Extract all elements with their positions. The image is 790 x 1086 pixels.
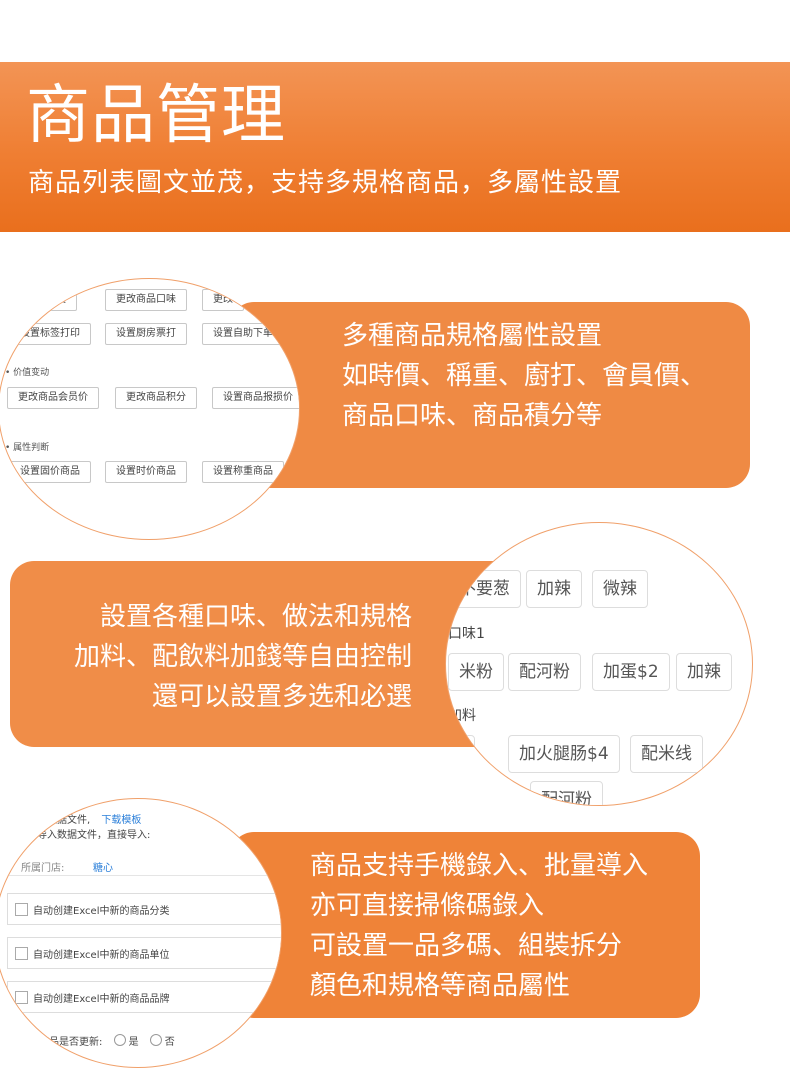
- tag-river-noodle-2[interactable]: 配河粉: [530, 781, 603, 805]
- tag-noodle[interactable]: 面: [446, 735, 475, 773]
- tag-add-egg[interactable]: 加蛋$2: [592, 653, 670, 691]
- screenshot-import-form: 选择导入数据文件, 下载模板 整理好导入数据文件，直接导入: 所属门店: 糖心 …: [0, 798, 282, 1068]
- tag-spicy[interactable]: 加辣: [526, 570, 582, 608]
- btn-change[interactable]: 更改: [202, 289, 244, 311]
- option-create-unit[interactable]: 自动创建Excel中新的商品单位: [7, 937, 281, 969]
- btn-market-price[interactable]: 设置时价商品: [105, 461, 187, 483]
- feature-text: 多種商品規格屬性設置 如時價、稱重、廚打、會員價、 商品口味、商品積分等: [342, 321, 707, 431]
- btn-self-order[interactable]: 设置自助下单: [202, 323, 284, 345]
- checkbox[interactable]: [15, 903, 28, 916]
- tag-river-noodle[interactable]: 配河粉: [508, 653, 581, 691]
- tag-no-onion[interactable]: 不要葱: [448, 570, 521, 608]
- feature-text: 設置各種口味、做法和規格 加料、配飲料加錢等自由控制 還可以設置多选和必選: [73, 602, 412, 712]
- store-value[interactable]: 糖心: [93, 859, 113, 874]
- option-create-brand[interactable]: 自动创建Excel中新的商品品牌: [7, 981, 281, 1013]
- btn-category[interactable]: 分类: [35, 289, 77, 311]
- btn-kitchen-print[interactable]: 设置厨房票打: [105, 323, 187, 345]
- import-hint-2: 整理好导入数据文件，直接导入:: [7, 830, 151, 841]
- btn-loss-price[interactable]: 设置商品报损价: [212, 387, 299, 409]
- option-create-category[interactable]: 自动创建Excel中新的商品分类: [7, 893, 281, 925]
- tag-mild[interactable]: 微辣: [592, 570, 648, 608]
- radio-no[interactable]: [149, 1034, 162, 1046]
- page-title: 商品管理: [26, 79, 286, 153]
- tag-ham[interactable]: 加火腿肠$4: [508, 735, 620, 773]
- tag-rice-noodle[interactable]: 米粉: [448, 653, 504, 691]
- btn-weight[interactable]: 设置称重商品: [202, 461, 284, 483]
- feature-panel-spec: 多種商品規格屬性設置 如時價、稱重、廚打、會員價、 商品口味、商品積分等: [230, 302, 750, 488]
- store-label: 所属门店:: [21, 863, 65, 874]
- section-price: • 价值变动: [5, 368, 50, 378]
- store-row: 所属门店: 糖心: [7, 845, 281, 876]
- update-row: 重复的商品是否更新: 是 否: [9, 1033, 175, 1048]
- tag-spicy-2[interactable]: 加辣: [676, 653, 732, 691]
- btn-label-print[interactable]: 设置标签打印: [9, 323, 91, 345]
- screenshot-flavor-tags: 不要葱 加辣 微辣 口味1 米粉 配河粉 加蛋$2 加辣 加料 面 加火腿肠$4…: [445, 522, 753, 806]
- btn-change-flavor[interactable]: 更改商品口味: [105, 289, 187, 311]
- tag-rice-vermicelli[interactable]: 配米线: [630, 735, 703, 773]
- download-template-link[interactable]: 下载模板: [101, 815, 141, 826]
- feature-text: 商品支持手機錄入、批量導入 亦可直接掃條碼錄入 可設置一品多碼、組裝拆分 顏色和…: [310, 851, 649, 1001]
- label-extras: 加料: [448, 708, 476, 724]
- import-hint: 选择导入数据文件, 下载模板: [7, 815, 142, 826]
- label-flavor: 口味1: [448, 626, 485, 642]
- checkbox[interactable]: [15, 991, 28, 1004]
- page-subtitle: 商品列表圖文並茂，支持多規格商品，多屬性設置: [28, 168, 623, 198]
- radio-yes[interactable]: [113, 1034, 126, 1046]
- btn-member-price[interactable]: 更改商品会员价: [7, 387, 99, 409]
- screenshot-spec-buttons: 分类 更改商品口味 更改 设置标签打印 设置厨房票打 设置自助下单 • 价值变动…: [0, 278, 300, 540]
- header-banner: 商品管理 商品列表圖文並茂，支持多規格商品，多屬性設置: [0, 62, 790, 232]
- btn-fixed-price[interactable]: 设置固价商品: [9, 461, 91, 483]
- checkbox[interactable]: [15, 947, 28, 960]
- btn-points[interactable]: 更改商品积分: [115, 387, 197, 409]
- feature-panel-import: 商品支持手機錄入、批量導入 亦可直接掃條碼錄入 可設置一品多碼、組裝拆分 顏色和…: [230, 832, 700, 1018]
- section-attr: • 属性判断: [5, 443, 50, 453]
